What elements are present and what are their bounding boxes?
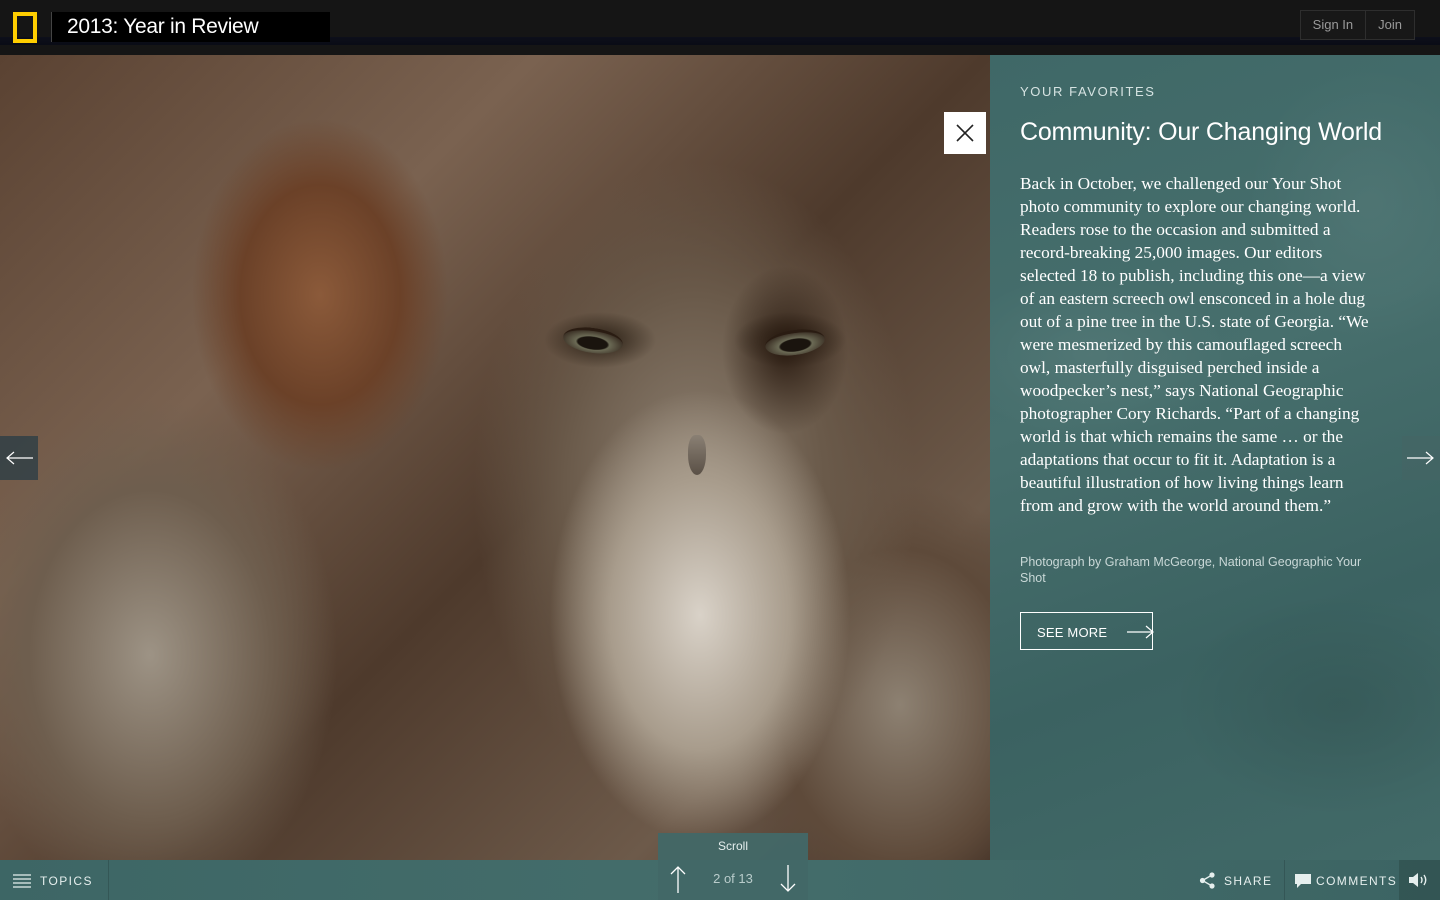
section-label: YOUR FAVORITES bbox=[1020, 84, 1156, 99]
arrow-left-icon bbox=[6, 451, 33, 465]
see-more-button[interactable]: SEE MORE bbox=[1020, 612, 1154, 650]
previous-slide-button[interactable] bbox=[0, 436, 38, 480]
arrow-down-icon[interactable] bbox=[779, 865, 797, 893]
scroll-label: Scroll bbox=[717, 839, 748, 853]
auth-controls: Sign In Join bbox=[1299, 10, 1415, 40]
close-icon bbox=[956, 124, 974, 142]
comments-label: COMMENTS bbox=[1316, 874, 1398, 888]
see-more-label: SEE MORE bbox=[1037, 625, 1108, 640]
nat-geo-logo-icon[interactable] bbox=[13, 12, 37, 43]
story-title: Community: Our Changing World bbox=[1020, 118, 1382, 146]
join-button[interactable]: Join bbox=[1365, 11, 1414, 39]
story-panel: YOUR FAVORITES Community: Our Changing W… bbox=[990, 55, 1440, 860]
story-body: Back in October, we challenged our Your … bbox=[1020, 174, 1369, 515]
menu-icon bbox=[13, 874, 31, 888]
arrow-right-icon bbox=[1407, 451, 1434, 465]
share-label: SHARE bbox=[1224, 874, 1273, 888]
scroll-control: Scroll 2 of 13 bbox=[658, 833, 808, 900]
owl-left-eye bbox=[561, 323, 625, 358]
close-button[interactable] bbox=[944, 112, 986, 154]
topics-label: TOPICS bbox=[40, 874, 93, 888]
top-header: 2013: Year in Review Sign In Join bbox=[0, 0, 1440, 56]
share-icon bbox=[1199, 872, 1215, 889]
page-title: 2013: Year in Review bbox=[67, 15, 259, 38]
sound-toggle[interactable] bbox=[1399, 860, 1440, 900]
speaker-icon bbox=[1409, 873, 1427, 887]
topics-button[interactable]: TOPICS bbox=[0, 860, 109, 900]
owl-beak bbox=[688, 435, 706, 475]
comment-icon bbox=[1295, 874, 1311, 888]
owl-right-eye bbox=[763, 325, 827, 360]
owl-photo bbox=[0, 55, 990, 860]
title-box: 2013: Year in Review bbox=[51, 12, 330, 42]
comments-button[interactable]: COMMENTS bbox=[1284, 860, 1399, 900]
next-slide-button[interactable] bbox=[1402, 436, 1440, 480]
photo-credit: Photograph by Graham McGeorge, National … bbox=[1020, 555, 1362, 585]
arrow-right-icon bbox=[1127, 625, 1154, 639]
sign-in-button[interactable]: Sign In bbox=[1301, 11, 1365, 39]
